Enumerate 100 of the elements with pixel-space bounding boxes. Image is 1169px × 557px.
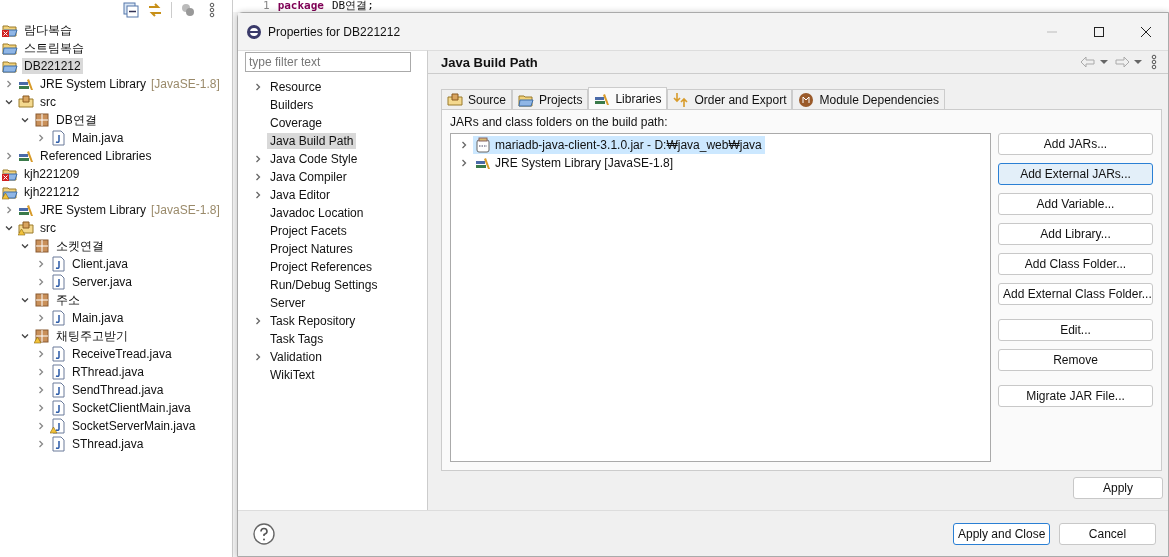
action-button[interactable]: Add External Class Folder... (998, 283, 1153, 305)
tree-item[interactable]: DB연결 (0, 111, 232, 129)
dialog-button[interactable]: Apply and Close (953, 522, 1050, 545)
chevron-right-icon[interactable] (36, 133, 46, 143)
tree-item[interactable]: 채팅주고받기 (0, 327, 232, 345)
action-button[interactable]: Add Class Folder... (998, 253, 1153, 275)
item-label: SocketServerMain.java (71, 418, 197, 434)
page-item[interactable]: Run/Debug Settings (267, 277, 381, 293)
apply-button[interactable]: Apply (1073, 477, 1163, 499)
item-label: Client.java (71, 256, 130, 272)
page-item[interactable]: Java Editor (267, 187, 334, 203)
action-button[interactable]: Add Library... (998, 223, 1153, 245)
item-label: SendThread.java (71, 382, 165, 398)
item-label: Referenced Libraries (39, 148, 153, 164)
chevron-right-icon[interactable] (4, 151, 14, 161)
collapse-all-icon[interactable] (123, 2, 139, 18)
item-label: 주소 (55, 291, 81, 309)
list-entry[interactable]: JRE System Library [JavaSE-1.8] (473, 154, 677, 172)
page-item[interactable]: Server (267, 295, 309, 311)
list-label: JARs and class folders on the build path: (450, 115, 669, 129)
page-item[interactable]: Task Repository (267, 313, 359, 329)
action-button[interactable]: Add Variable... (998, 193, 1153, 215)
tree-item[interactable]: kjh221212 (0, 183, 232, 201)
page-item[interactable]: Coverage (267, 115, 326, 131)
tree-item[interactable]: DB221212 (0, 57, 232, 75)
tree-item[interactable]: Referenced Libraries (0, 147, 232, 165)
item-label: 스트림복습 (23, 39, 85, 57)
chevron-right-icon[interactable] (253, 316, 263, 326)
tree-item[interactable]: Server.java (0, 273, 232, 291)
page-item[interactable]: Task Tags (267, 331, 327, 347)
page-item[interactable]: Resource (267, 79, 325, 95)
close-icon[interactable] (1140, 25, 1152, 38)
window-title: Properties for DB221212 (268, 24, 401, 39)
tree-item[interactable]: 람다복습 (0, 21, 232, 39)
chevron-right-icon[interactable] (253, 352, 263, 362)
page-item[interactable]: Javadoc Location (267, 205, 367, 221)
tree-item[interactable]: 스트림복습 (0, 39, 232, 57)
tree-item[interactable]: SocketServerMain.java (0, 417, 232, 435)
tree-item[interactable]: src (0, 93, 232, 111)
item-label: kjh221209 (23, 166, 81, 182)
page-item[interactable]: WikiText (267, 367, 318, 383)
item-note: [JavaSE-1.8] (151, 77, 220, 91)
chevron-right-icon[interactable] (4, 79, 14, 89)
library-books-icon (475, 155, 491, 171)
more-options-icon[interactable] (1150, 54, 1158, 70)
tab[interactable]: Projects (512, 89, 589, 109)
dropdown-caret-icon[interactable] (1134, 58, 1142, 66)
action-button[interactable]: Migrate JAR File... (998, 385, 1153, 407)
action-button[interactable]: Remove (998, 349, 1153, 371)
chevron-right-icon[interactable] (253, 82, 263, 92)
page-item[interactable]: Project References (267, 259, 376, 275)
page-item[interactable]: Java Compiler (267, 169, 350, 185)
chevron-down-icon[interactable] (20, 331, 30, 341)
tree-item[interactable]: 주소 (0, 291, 232, 309)
item-label: SocketClientMain.java (71, 400, 192, 416)
chevron-right-icon[interactable] (36, 313, 46, 323)
item-label: JRE System Library (39, 76, 148, 92)
item-label: src (39, 220, 57, 236)
tree-item[interactable]: 소켓연결 (0, 237, 232, 255)
dialog-button[interactable]: Cancel (1059, 522, 1156, 545)
page-item[interactable]: Project Natures (267, 241, 356, 257)
tab[interactable]: Source (441, 89, 513, 109)
tree-item[interactable]: Client.java (0, 255, 232, 273)
maximize-icon[interactable] (1093, 25, 1105, 38)
tree-item[interactable]: RThread.java (0, 363, 232, 381)
dropdown-caret-icon[interactable] (1100, 58, 1108, 66)
chevron-right-icon[interactable] (4, 205, 14, 215)
page-item[interactable]: Builders (267, 97, 317, 113)
link-arrows-icon[interactable] (147, 2, 163, 18)
item-label: JRE System Library (39, 202, 148, 218)
item-note: [JavaSE-1.8] (151, 203, 220, 217)
action-button[interactable]: Edit... (998, 319, 1153, 341)
tree-item[interactable]: Main.java (0, 309, 232, 327)
filter-field[interactable]: type filter text (245, 52, 411, 72)
page-item[interactable]: Validation (267, 349, 325, 365)
item-label: Server.java (71, 274, 134, 290)
tab[interactable]: Module Dependencies (792, 89, 945, 109)
page-item[interactable]: Java Build Path (267, 133, 357, 149)
tree-item[interactable]: Main.java (0, 129, 232, 147)
jar-icon (475, 137, 491, 153)
tab[interactable]: Libraries (588, 87, 668, 109)
page-item[interactable]: Project Facets (267, 223, 350, 239)
tab[interactable]: Order and Export (667, 89, 793, 109)
item-label: SThread.java (71, 436, 145, 452)
tree-item[interactable]: SendThread.java (0, 381, 232, 399)
item-label: 소켓연결 (55, 237, 105, 255)
action-button[interactable]: Add External JARs... (998, 163, 1153, 185)
tree-item[interactable]: ReceiveTread.java (0, 345, 232, 363)
tree-item[interactable]: JRE System Library [JavaSE-1.8] (0, 201, 232, 219)
tree-item[interactable]: kjh221209 (0, 165, 232, 183)
tree-item[interactable]: src (0, 219, 232, 237)
list-entry[interactable]: mariadb-java-client-3.1.0.jar - D:₩java_web₩java (473, 136, 765, 154)
item-label: Main.java (71, 310, 125, 326)
page-item[interactable]: Java Code Style (267, 151, 361, 167)
tree-item[interactable]: SThread.java (0, 435, 232, 453)
tree-item[interactable]: JRE System Library [JavaSE-1.8] (0, 75, 232, 93)
action-button[interactable]: Add JARs... (998, 133, 1153, 155)
help-icon[interactable] (253, 522, 275, 545)
tree-item[interactable]: SocketClientMain.java (0, 399, 232, 417)
chevron-down-icon[interactable] (20, 295, 30, 305)
